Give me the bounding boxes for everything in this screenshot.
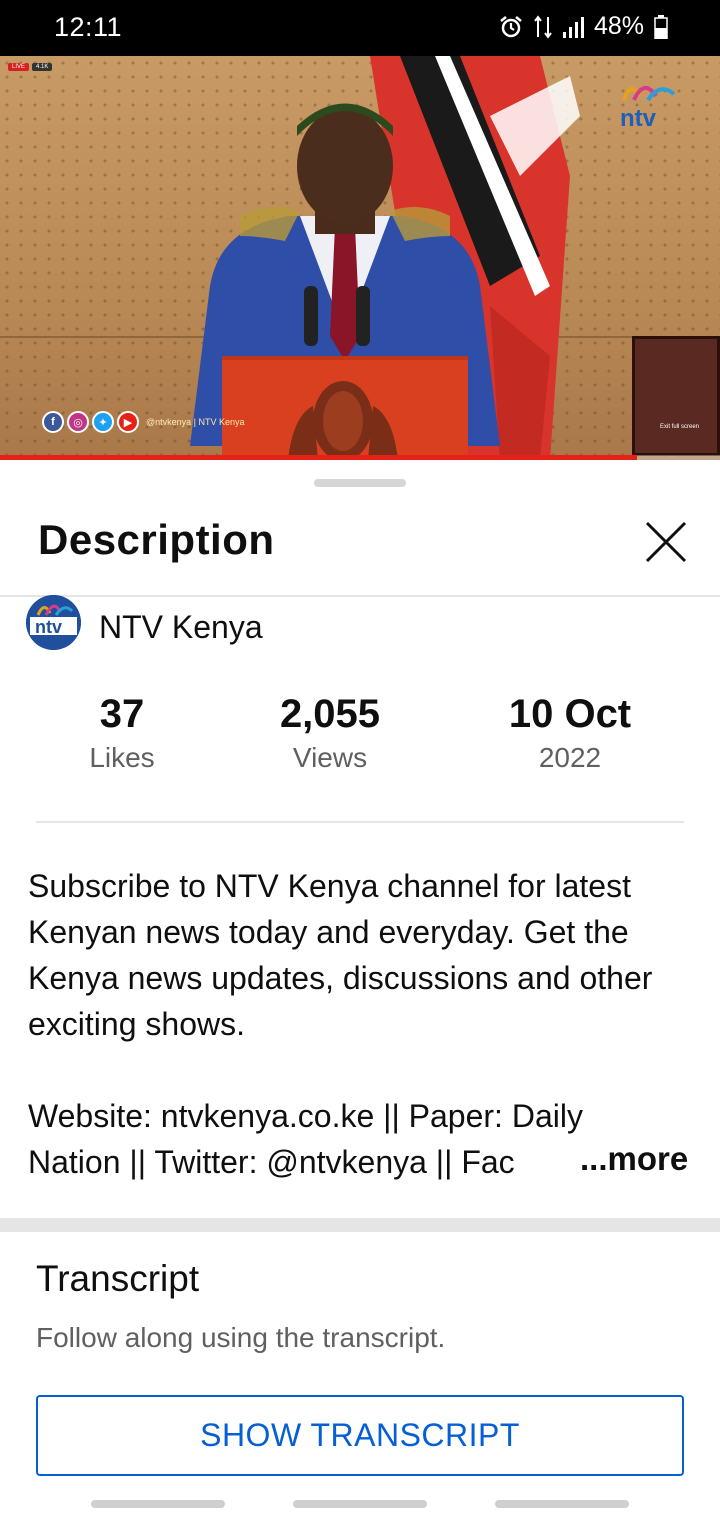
show-transcript-button[interactable]: SHOW TRANSCRIPT <box>36 1395 684 1476</box>
section-separator <box>0 1218 720 1232</box>
alarm-icon <box>500 15 522 37</box>
transcript-title: Transcript <box>36 1258 200 1299</box>
more-link[interactable]: ...more <box>570 1140 689 1178</box>
stats-row: 37 Likes 2,055 Views 10 Oct 2022 <box>0 690 720 790</box>
tab-indicator <box>495 1500 629 1508</box>
channel-name[interactable]: NTV Kenya <box>99 609 263 646</box>
twitter-icon: ✦ <box>92 411 114 433</box>
publish-date: 10 Oct <box>508 692 632 736</box>
video-player[interactable]: LIVE 4.1K ntv f ◎ ✦ ▶ @ntvkenya | NTV Ke… <box>0 56 720 460</box>
video-corner-decor <box>632 336 720 456</box>
likes-count: 37 <box>99 692 145 736</box>
close-icon <box>645 521 687 563</box>
channel-avatar[interactable]: ntv <box>26 595 81 650</box>
likes-label: Likes <box>89 742 155 773</box>
youtube-icon: ▶ <box>117 411 139 433</box>
battery-percent: 48% <box>593 12 644 40</box>
tab-indicator <box>293 1500 427 1508</box>
close-button[interactable] <box>640 516 692 568</box>
tab-indicator <box>91 1500 225 1508</box>
transcript-subtitle: Follow along using the transcript. <box>36 1322 446 1353</box>
views-count: 2,055 <box>279 692 381 736</box>
coat-of-arms-image <box>288 381 398 460</box>
sheet-title: Description <box>38 516 275 563</box>
battery-icon <box>654 14 668 39</box>
live-badge: LIVE 4.1K <box>8 63 53 71</box>
stat-views: 2,055 Views <box>250 690 410 774</box>
views-label: Views <box>292 742 368 773</box>
signal-icon <box>562 16 584 38</box>
stats-divider <box>36 821 684 823</box>
svg-text:ntv: ntv <box>620 105 657 130</box>
publish-year: 2022 <box>538 742 602 773</box>
status-icons: 48% <box>498 12 668 41</box>
social-overlay: f ◎ ✦ ▶ @ntvkenya | NTV Kenya <box>42 411 245 433</box>
channel-row[interactable]: ntv NTV Kenya <box>26 590 263 650</box>
social-handle: @ntvkenya | NTV Kenya <box>146 417 245 427</box>
description-line-1: Website: ntvkenya.co.ke || Paper: Daily <box>28 1098 583 1134</box>
overlay-label: Exit full screen <box>660 424 700 430</box>
ntv-avatar-icon: ntv <box>26 595 81 650</box>
stat-likes: 37 Likes <box>42 690 202 774</box>
status-bar: 12:11 48% <box>0 0 720 56</box>
data-arrows-icon <box>534 14 552 39</box>
drag-handle[interactable] <box>314 479 406 487</box>
description-sheet: Description ntv NTV Kenya 37 Likes 2,055… <box>0 460 720 1520</box>
svg-text:ntv: ntv <box>35 617 62 637</box>
description-paragraph: Subscribe to NTV Kenya channel for lates… <box>28 868 653 1042</box>
facebook-icon: f <box>42 411 64 433</box>
ntv-logo-icon: ntv <box>620 86 676 130</box>
stat-date: 10 Oct 2022 <box>470 690 670 774</box>
instagram-icon: ◎ <box>67 411 89 433</box>
description-text: Subscribe to NTV Kenya channel for lates… <box>28 863 698 1185</box>
status-time: 12:11 <box>54 12 123 42</box>
